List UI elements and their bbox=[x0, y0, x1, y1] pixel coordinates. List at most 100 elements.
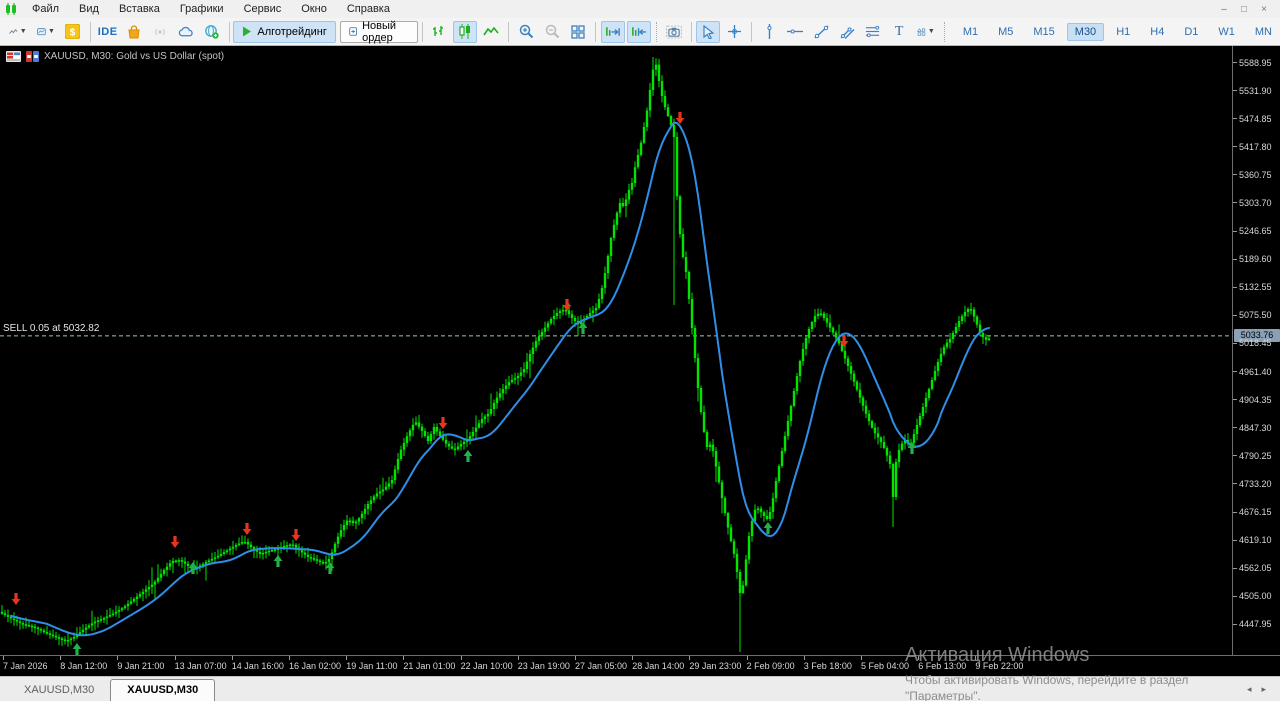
time-tick bbox=[518, 656, 519, 660]
time-axis[interactable]: 7 Jan 20268 Jan 12:009 Jan 21:0013 Jan 0… bbox=[0, 655, 1280, 676]
chart-title: XAUUSD, M30: Gold vs US Dollar (spot) bbox=[44, 51, 224, 62]
time-tick bbox=[918, 656, 919, 660]
price-axis[interactable]: 5033.76 5588.955531.905474.855417.805360… bbox=[1232, 46, 1280, 655]
chart-tab-bar: XAUUSD,M30XAUUSD,M30 ◂ ▸ bbox=[0, 676, 1280, 701]
timeframe-m1[interactable]: M1 bbox=[955, 23, 986, 41]
text-tool-button[interactable]: T bbox=[887, 21, 911, 43]
timeframe-mn[interactable]: MN bbox=[1247, 23, 1280, 41]
time-label: 27 Jan 05:00 bbox=[575, 661, 627, 671]
separator bbox=[422, 22, 423, 42]
screenshot-button[interactable] bbox=[662, 21, 686, 43]
auto-scroll-button[interactable] bbox=[627, 21, 651, 43]
price-tick bbox=[1233, 371, 1237, 372]
bar-chart-mode-button[interactable] bbox=[427, 21, 451, 43]
price-tick bbox=[1233, 315, 1237, 316]
timeframe-m30[interactable]: M30 bbox=[1067, 23, 1104, 41]
price-label: 5474.85 bbox=[1239, 114, 1272, 124]
timeframe-h1[interactable]: H1 bbox=[1108, 23, 1138, 41]
line-chart-mode-button[interactable] bbox=[479, 21, 503, 43]
chart-area[interactable]: XAUUSD, M30: Gold vs US Dollar (spot) SE… bbox=[0, 46, 1280, 655]
time-tick bbox=[975, 656, 976, 660]
market-store-button[interactable] bbox=[122, 21, 146, 43]
indicator-window-icon bbox=[37, 25, 46, 39]
time-label: 16 Jan 02:00 bbox=[289, 661, 341, 671]
price-tick bbox=[1233, 146, 1237, 147]
timeframe-m5[interactable]: M5 bbox=[990, 23, 1021, 41]
menu-item-4[interactable]: Сервис bbox=[234, 2, 292, 16]
cloud-button[interactable] bbox=[174, 21, 198, 43]
price-tick bbox=[1233, 455, 1237, 456]
fibonacci-icon bbox=[865, 25, 881, 38]
time-label: 9 Jan 21:00 bbox=[117, 661, 164, 671]
line-mode-icon bbox=[483, 26, 499, 38]
horizontal-line-tool-button[interactable] bbox=[783, 21, 807, 43]
price-label: 4505.00 bbox=[1239, 591, 1272, 601]
chart-profile-button[interactable]: ▼ bbox=[5, 21, 31, 43]
chart-tab-1[interactable]: XAUUSD,M30 bbox=[110, 679, 215, 701]
price-chart[interactable] bbox=[0, 46, 1232, 655]
price-label: 4562.05 bbox=[1239, 563, 1272, 573]
crosshair-icon bbox=[727, 24, 742, 39]
cursor-tool-button[interactable] bbox=[696, 21, 720, 43]
restore-button[interactable]: □ bbox=[1236, 4, 1252, 15]
fibonacci-tool-button[interactable] bbox=[861, 21, 885, 43]
price-label: 5417.80 bbox=[1239, 142, 1272, 152]
sell-arrow-icon bbox=[292, 529, 301, 541]
price-label: 5531.90 bbox=[1239, 86, 1272, 96]
indicators-button[interactable]: ▼ bbox=[33, 21, 59, 43]
signals-button[interactable] bbox=[148, 21, 172, 43]
menu-item-0[interactable]: Файл bbox=[22, 2, 69, 16]
separator bbox=[656, 22, 657, 42]
time-tick bbox=[747, 656, 748, 660]
cursor-icon bbox=[702, 25, 715, 39]
timeframe-m15[interactable]: M15 bbox=[1025, 23, 1062, 41]
algo-trading-button[interactable]: Алготрейдинг bbox=[233, 21, 335, 43]
price-label: 4961.40 bbox=[1239, 367, 1272, 377]
time-label: 7 Jan 2026 bbox=[3, 661, 48, 671]
menu-item-3[interactable]: Графики bbox=[170, 2, 234, 16]
market-watch-button[interactable]: $ bbox=[61, 21, 85, 43]
shift-end-button[interactable] bbox=[601, 21, 625, 43]
timeframe-d1[interactable]: D1 bbox=[1176, 23, 1206, 41]
channel-tool-button[interactable] bbox=[835, 21, 859, 43]
new-order-button[interactable]: Новый ордер bbox=[340, 21, 418, 43]
vertical-line-tool-button[interactable] bbox=[757, 21, 781, 43]
cloud-icon bbox=[178, 26, 194, 38]
time-tick bbox=[232, 656, 233, 660]
candle-chart-mode-button[interactable] bbox=[453, 21, 477, 43]
menu-item-2[interactable]: Вставка bbox=[109, 2, 170, 16]
crosshair-tool-button[interactable] bbox=[722, 21, 746, 43]
tab-scroll-right-button[interactable]: ▸ bbox=[1261, 684, 1266, 695]
close-button[interactable]: × bbox=[1256, 4, 1272, 15]
price-tick bbox=[1233, 90, 1237, 91]
tab-scroll-left-button[interactable]: ◂ bbox=[1247, 684, 1252, 695]
trendline-tool-button[interactable] bbox=[809, 21, 833, 43]
price-label: 5018.45 bbox=[1239, 338, 1272, 348]
zoom-in-button[interactable] bbox=[514, 21, 538, 43]
main-menu: ФайлВидВставкаГрафикиСервисОкноСправка bbox=[22, 2, 400, 16]
time-tick bbox=[861, 656, 862, 660]
zoom-out-button[interactable] bbox=[540, 21, 564, 43]
svg-text:$: $ bbox=[70, 28, 76, 39]
time-label: 19 Jan 11:00 bbox=[346, 661, 397, 671]
time-label: 6 Feb 13:00 bbox=[918, 661, 966, 671]
price-tick bbox=[1233, 568, 1237, 569]
vps-button[interactable] bbox=[200, 21, 224, 43]
minimize-button[interactable]: – bbox=[1216, 4, 1232, 15]
time-label: 3 Feb 18:00 bbox=[804, 661, 852, 671]
play-icon bbox=[242, 26, 252, 37]
separator bbox=[595, 22, 596, 42]
time-label: 8 Jan 12:00 bbox=[60, 661, 107, 671]
ide-button[interactable]: IDE bbox=[96, 21, 120, 43]
menu-item-1[interactable]: Вид bbox=[69, 2, 109, 16]
time-tick bbox=[289, 656, 290, 660]
time-tick bbox=[175, 656, 176, 660]
menu-item-5[interactable]: Окно bbox=[291, 2, 337, 16]
price-tick bbox=[1233, 259, 1237, 260]
tile-windows-button[interactable] bbox=[566, 21, 590, 43]
timeframe-h4[interactable]: H4 bbox=[1142, 23, 1172, 41]
timeframe-w1[interactable]: W1 bbox=[1210, 23, 1243, 41]
menu-item-6[interactable]: Справка bbox=[337, 2, 400, 16]
chart-tab-0[interactable]: XAUUSD,M30 bbox=[8, 680, 110, 701]
shapes-tool-button[interactable]: ▼ bbox=[913, 21, 939, 43]
